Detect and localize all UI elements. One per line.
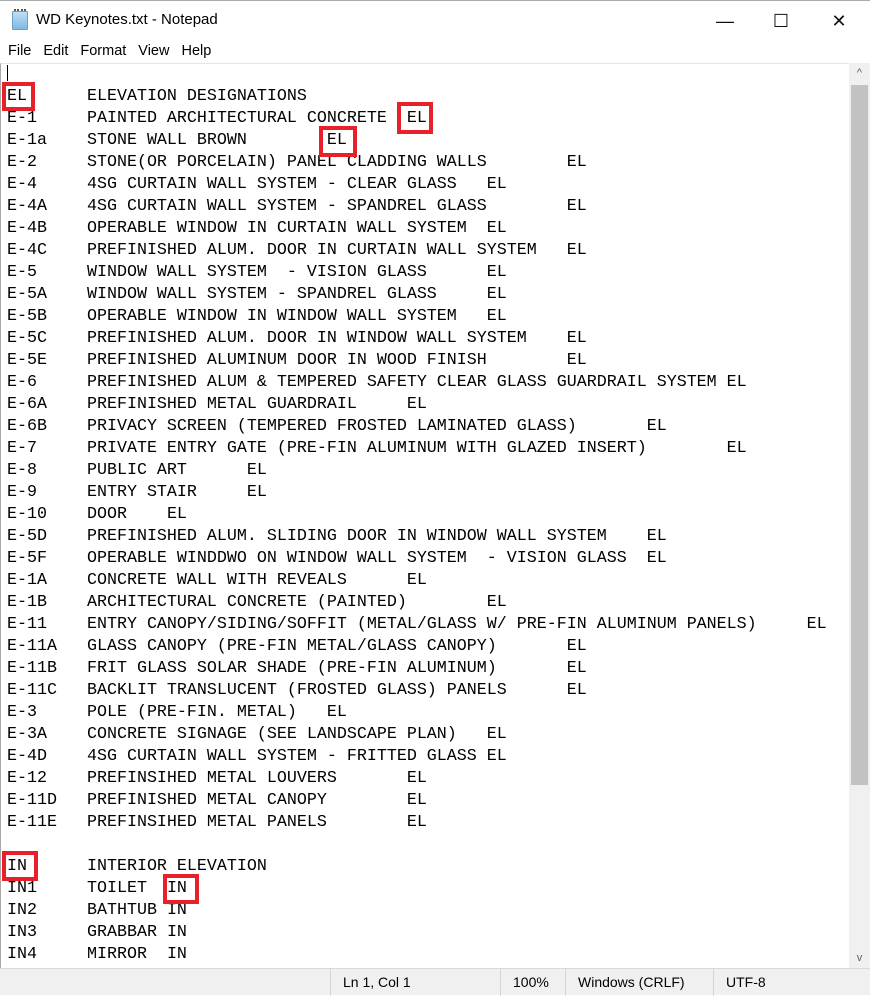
highlight-box [163,874,199,904]
text-line: E-5B OPERABLE WINDOW IN WINDOW WALL SYST… [7,307,507,326]
text-line: E-1A CONCRETE WALL WITH REVEALS EL [7,571,427,590]
text-line: E-9 ENTRY STAIR EL [7,483,267,502]
text-line: E-11E PREFINSIHED METAL PANELS EL [7,813,427,832]
line-endings: Windows (CRLF) [565,969,685,996]
menu-view[interactable]: View [134,40,173,62]
text-line: E-1B ARCHITECTURAL CONCRETE (PAINTED) EL [7,593,507,612]
text-line: E-11B FRIT GLASS SOLAR SHADE (PRE-FIN AL… [7,659,587,678]
text-line: E-5F OPERABLE WINDDWO ON WINDOW WALL SYS… [7,549,667,568]
notepad-icon [12,9,28,30]
scroll-up-icon[interactable]: ^ [849,63,870,83]
text-line [7,834,827,856]
text-line: E-5 WINDOW WALL SYSTEM - VISION GLASS EL [7,263,507,282]
close-button[interactable]: ✕ [810,1,868,41]
text-line: E-6 PREFINISHED ALUM & TEMPERED SAFETY C… [7,373,747,392]
encoding: UTF-8 [713,969,766,996]
text-line: E-7 PRIVATE ENTRY GATE (PRE-FIN ALUMINUM… [7,439,747,458]
text-line: E-4B OPERABLE WINDOW IN CURTAIN WALL SYS… [7,219,507,238]
window-title: WD Keynotes.txt - Notepad [36,11,218,28]
menu-file[interactable]: File [4,40,35,62]
text-line: E-3A CONCRETE SIGNAGE (SEE LANDSCAPE PLA… [7,725,507,744]
text-line: IN1 TOILET IN [7,879,187,898]
status-bar: Ln 1, Col 1 100% Windows (CRLF) UTF-8 [0,968,870,996]
text-line: E-4 4SG CURTAIN WALL SYSTEM - CLEAR GLAS… [7,175,507,194]
text-line: E-2 STONE(OR PORCELAIN) PANEL CLADDING W… [7,153,587,172]
text-line: E-11A GLASS CANOPY (PRE-FIN METAL/GLASS … [7,637,587,656]
vertical-scrollbar[interactable]: ^ v [849,63,870,968]
highlight-box [397,102,433,134]
text-line: E-11 ENTRY CANOPY/SIDING/SOFFIT (METAL/G… [7,615,827,634]
text-caret [7,65,8,81]
highlight-box [2,851,38,881]
text-line: IN INTERIOR ELEVATION [7,857,267,876]
text-line: E-12 PREFINSIHED METAL LOUVERS EL [7,769,427,788]
text-line: E-5A WINDOW WALL SYSTEM - SPANDREL GLASS… [7,285,507,304]
text-line: IN2 BATHTUB IN [7,901,187,920]
text-line: E-5C PREFINISHED ALUM. DOOR IN WINDOW WA… [7,329,587,348]
cursor-position: Ln 1, Col 1 [330,969,411,996]
menu-edit[interactable]: Edit [39,40,72,62]
maximize-button[interactable]: ☐ [752,1,810,41]
document-text[interactable]: EL ELEVATION DESIGNATIONS E-1 PAINTED ARC… [7,64,827,966]
text-line: E-5E PREFINISHED ALUMINUM DOOR IN WOOD F… [7,351,587,370]
text-line: E-6B PRIVACY SCREEN (TEMPERED FROSTED LA… [7,417,667,436]
scroll-down-icon[interactable]: v [849,948,870,968]
menu-help[interactable]: Help [177,40,215,62]
text-line: E-5D PREFINISHED ALUM. SLIDING DOOR IN W… [7,527,667,546]
zoom-level: 100% [500,969,549,996]
title-bar: WD Keynotes.txt - Notepad — ☐ ✕ [0,0,870,40]
menu-format[interactable]: Format [76,40,130,62]
text-line: IN3 GRABBAR IN [7,923,187,942]
scrollbar-thumb[interactable] [851,85,868,785]
text-line [7,64,827,86]
text-line: E-6A PREFINISHED METAL GUARDRAIL EL [7,395,427,414]
text-editor[interactable]: EL ELEVATION DESIGNATIONS E-1 PAINTED ARC… [0,63,849,968]
text-line: E-10 DOOR EL [7,505,187,524]
text-line: E-11C BACKLIT TRANSLUCENT (FROSTED GLASS… [7,681,587,700]
minimize-button[interactable]: — [696,1,754,41]
text-line: E-3 POLE (PRE-FIN. METAL) EL [7,703,347,722]
highlight-box [319,126,357,157]
text-line: E-4A 4SG CURTAIN WALL SYSTEM - SPANDREL … [7,197,587,216]
text-line: E-8 PUBLIC ART EL [7,461,267,480]
text-line: E-4C PREFINISHED ALUM. DOOR IN CURTAIN W… [7,241,587,260]
text-line: E-11D PREFINISHED METAL CANOPY EL [7,791,427,810]
text-line: E-4D 4SG CURTAIN WALL SYSTEM - FRITTED G… [7,747,507,766]
text-line: IN4 MIRROR IN [7,945,187,964]
menu-bar: File Edit Format View Help [0,40,870,62]
highlight-box [2,82,35,111]
